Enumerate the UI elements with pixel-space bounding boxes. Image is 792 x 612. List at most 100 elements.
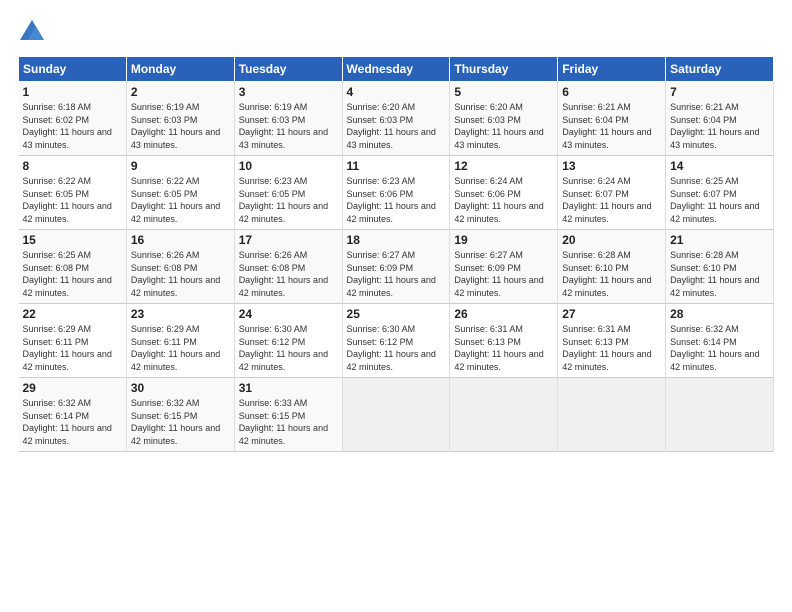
week-row-2: 8 Sunrise: 6:22 AMSunset: 6:05 PMDaylight… <box>19 156 774 230</box>
calendar-cell: 9 Sunrise: 6:22 AMSunset: 6:05 PMDaylight… <box>126 156 234 230</box>
day-number: 9 <box>131 159 230 173</box>
calendar-cell: 7 Sunrise: 6:21 AMSunset: 6:04 PMDaylight… <box>666 82 774 156</box>
calendar-cell: 25 Sunrise: 6:30 AMSunset: 6:12 PMDayligh… <box>342 304 450 378</box>
day-number: 3 <box>239 85 338 99</box>
header-monday: Monday <box>126 57 234 82</box>
calendar-cell: 31 Sunrise: 6:33 AMSunset: 6:15 PMDayligh… <box>234 378 342 452</box>
day-info: Sunrise: 6:29 AMSunset: 6:11 PMDaylight:… <box>23 324 112 372</box>
logo <box>18 18 50 46</box>
day-number: 14 <box>670 159 769 173</box>
day-number: 24 <box>239 307 338 321</box>
calendar-cell <box>342 378 450 452</box>
calendar-page: SundayMondayTuesdayWednesdayThursdayFrid… <box>0 0 792 612</box>
calendar-cell: 15 Sunrise: 6:25 AMSunset: 6:08 PMDayligh… <box>19 230 127 304</box>
day-info: Sunrise: 6:21 AMSunset: 6:04 PMDaylight:… <box>670 102 759 150</box>
day-info: Sunrise: 6:31 AMSunset: 6:13 PMDaylight:… <box>454 324 543 372</box>
calendar-cell: 2Sunrise: 6:19 AMSunset: 6:03 PMDaylight… <box>126 82 234 156</box>
header-friday: Friday <box>558 57 666 82</box>
header-tuesday: Tuesday <box>234 57 342 82</box>
day-number: 1 <box>23 85 122 99</box>
header-thursday: Thursday <box>450 57 558 82</box>
calendar-cell: 12 Sunrise: 6:24 AMSunset: 6:06 PMDayligh… <box>450 156 558 230</box>
day-info: Sunrise: 6:19 AMSunset: 6:03 PMDaylight:… <box>239 102 328 150</box>
day-number: 17 <box>239 233 338 247</box>
day-number: 28 <box>670 307 769 321</box>
day-info: Sunrise: 6:19 AMSunset: 6:03 PMDaylight:… <box>131 102 220 150</box>
day-info: Sunrise: 6:30 AMSunset: 6:12 PMDaylight:… <box>239 324 328 372</box>
calendar-cell: 24 Sunrise: 6:30 AMSunset: 6:12 PMDayligh… <box>234 304 342 378</box>
day-number: 26 <box>454 307 553 321</box>
header-saturday: Saturday <box>666 57 774 82</box>
calendar-cell: 22 Sunrise: 6:29 AMSunset: 6:11 PMDayligh… <box>19 304 127 378</box>
day-info: Sunrise: 6:30 AMSunset: 6:12 PMDaylight:… <box>347 324 436 372</box>
calendar-cell: 21Sunrise: 6:28 AMSunset: 6:10 PMDayligh… <box>666 230 774 304</box>
day-info: Sunrise: 6:27 AMSunset: 6:09 PMDaylight:… <box>454 250 543 298</box>
calendar-cell: 28Sunrise: 6:32 AMSunset: 6:14 PMDayligh… <box>666 304 774 378</box>
calendar-cell: 30 Sunrise: 6:32 AMSunset: 6:15 PMDayligh… <box>126 378 234 452</box>
calendar-cell: 13 Sunrise: 6:24 AMSunset: 6:07 PMDayligh… <box>558 156 666 230</box>
calendar-cell: 8 Sunrise: 6:22 AMSunset: 6:05 PMDaylight… <box>19 156 127 230</box>
day-number: 5 <box>454 85 553 99</box>
day-info: Sunrise: 6:18 AMSunset: 6:02 PMDaylight:… <box>23 102 112 150</box>
day-info: Sunrise: 6:29 AMSunset: 6:11 PMDaylight:… <box>131 324 220 372</box>
day-number: 11 <box>347 159 446 173</box>
calendar-cell: 16 Sunrise: 6:26 AMSunset: 6:08 PMDayligh… <box>126 230 234 304</box>
day-info: Sunrise: 6:24 AMSunset: 6:06 PMDaylight:… <box>454 176 543 224</box>
day-number: 23 <box>131 307 230 321</box>
day-info: Sunrise: 6:23 AMSunset: 6:05 PMDaylight:… <box>239 176 328 224</box>
header <box>18 18 774 46</box>
week-row-4: 22 Sunrise: 6:29 AMSunset: 6:11 PMDayligh… <box>19 304 774 378</box>
calendar-cell: 14Sunrise: 6:25 AMSunset: 6:07 PMDayligh… <box>666 156 774 230</box>
calendar-cell: 18Sunrise: 6:27 AMSunset: 6:09 PMDayligh… <box>342 230 450 304</box>
header-wednesday: Wednesday <box>342 57 450 82</box>
day-info: Sunrise: 6:28 AMSunset: 6:10 PMDaylight:… <box>562 250 651 298</box>
week-row-1: 1 Sunrise: 6:18 AMSunset: 6:02 PMDaylight… <box>19 82 774 156</box>
day-info: Sunrise: 6:25 AMSunset: 6:08 PMDaylight:… <box>23 250 112 298</box>
calendar-cell: 29 Sunrise: 6:32 AMSunset: 6:14 PMDayligh… <box>19 378 127 452</box>
day-info: Sunrise: 6:31 AMSunset: 6:13 PMDaylight:… <box>562 324 651 372</box>
calendar-cell: 27 Sunrise: 6:31 AMSunset: 6:13 PMDayligh… <box>558 304 666 378</box>
calendar-cell: 3 Sunrise: 6:19 AMSunset: 6:03 PMDaylight… <box>234 82 342 156</box>
day-number: 27 <box>562 307 661 321</box>
calendar-cell: 1 Sunrise: 6:18 AMSunset: 6:02 PMDaylight… <box>19 82 127 156</box>
calendar-cell: 26 Sunrise: 6:31 AMSunset: 6:13 PMDayligh… <box>450 304 558 378</box>
day-number: 22 <box>23 307 122 321</box>
day-info: Sunrise: 6:24 AMSunset: 6:07 PMDaylight:… <box>562 176 651 224</box>
day-info: Sunrise: 6:20 AMSunset: 6:03 PMDaylight:… <box>454 102 543 150</box>
day-number: 31 <box>239 381 338 395</box>
day-number: 15 <box>23 233 122 247</box>
calendar-cell: 6Sunrise: 6:21 AMSunset: 6:04 PMDaylight… <box>558 82 666 156</box>
day-number: 4 <box>347 85 446 99</box>
day-number: 8 <box>23 159 122 173</box>
day-info: Sunrise: 6:23 AMSunset: 6:06 PMDaylight:… <box>347 176 436 224</box>
calendar-table: SundayMondayTuesdayWednesdayThursdayFrid… <box>18 56 774 452</box>
day-info: Sunrise: 6:22 AMSunset: 6:05 PMDaylight:… <box>23 176 112 224</box>
week-row-5: 29 Sunrise: 6:32 AMSunset: 6:14 PMDayligh… <box>19 378 774 452</box>
calendar-cell: 11 Sunrise: 6:23 AMSunset: 6:06 PMDayligh… <box>342 156 450 230</box>
day-number: 30 <box>131 381 230 395</box>
day-number: 13 <box>562 159 661 173</box>
day-number: 7 <box>670 85 769 99</box>
header-sunday: Sunday <box>19 57 127 82</box>
day-number: 12 <box>454 159 553 173</box>
day-info: Sunrise: 6:22 AMSunset: 6:05 PMDaylight:… <box>131 176 220 224</box>
day-info: Sunrise: 6:21 AMSunset: 6:04 PMDaylight:… <box>562 102 651 150</box>
day-number: 16 <box>131 233 230 247</box>
calendar-cell: 4Sunrise: 6:20 AMSunset: 6:03 PMDaylight… <box>342 82 450 156</box>
calendar-cell: 19Sunrise: 6:27 AMSunset: 6:09 PMDayligh… <box>450 230 558 304</box>
calendar-cell: 5 Sunrise: 6:20 AMSunset: 6:03 PMDaylight… <box>450 82 558 156</box>
calendar-cell: 10Sunrise: 6:23 AMSunset: 6:05 PMDayligh… <box>234 156 342 230</box>
day-info: Sunrise: 6:32 AMSunset: 6:14 PMDaylight:… <box>23 398 112 446</box>
day-number: 29 <box>23 381 122 395</box>
day-info: Sunrise: 6:26 AMSunset: 6:08 PMDaylight:… <box>131 250 220 298</box>
calendar-cell: 23 Sunrise: 6:29 AMSunset: 6:11 PMDayligh… <box>126 304 234 378</box>
day-info: Sunrise: 6:26 AMSunset: 6:08 PMDaylight:… <box>239 250 328 298</box>
day-info: Sunrise: 6:33 AMSunset: 6:15 PMDaylight:… <box>239 398 328 446</box>
day-number: 21 <box>670 233 769 247</box>
day-info: Sunrise: 6:32 AMSunset: 6:15 PMDaylight:… <box>131 398 220 446</box>
calendar-cell <box>558 378 666 452</box>
logo-icon <box>18 18 46 46</box>
day-number: 25 <box>347 307 446 321</box>
day-number: 20 <box>562 233 661 247</box>
calendar-cell: 17 Sunrise: 6:26 AMSunset: 6:08 PMDayligh… <box>234 230 342 304</box>
